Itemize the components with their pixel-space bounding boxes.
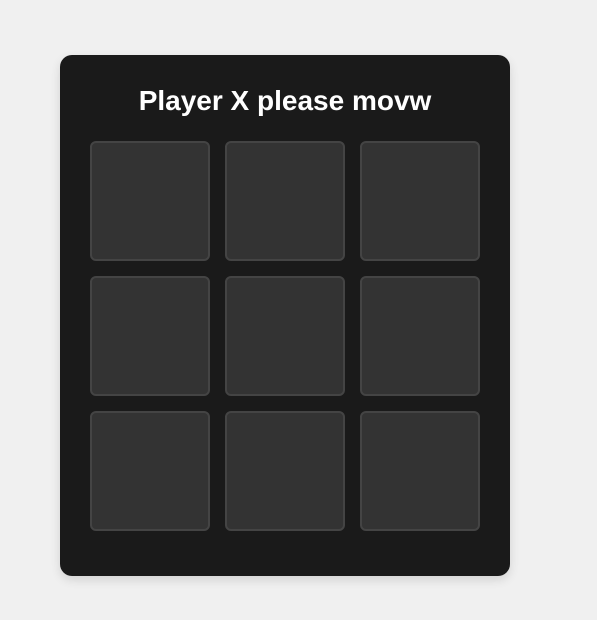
cell-4[interactable] bbox=[90, 276, 210, 396]
status-text: Player X please movw bbox=[138, 85, 432, 116]
cell-1[interactable] bbox=[90, 141, 210, 261]
cell-5[interactable] bbox=[225, 276, 345, 396]
cell-7[interactable] bbox=[90, 411, 210, 531]
cell-2[interactable] bbox=[225, 141, 345, 261]
game-board bbox=[90, 141, 480, 531]
cell-6[interactable] bbox=[360, 276, 480, 396]
cell-3[interactable] bbox=[360, 141, 480, 261]
cell-9[interactable] bbox=[360, 411, 480, 531]
cell-8[interactable] bbox=[225, 411, 345, 531]
game-card: Player X please movw bbox=[60, 55, 510, 576]
